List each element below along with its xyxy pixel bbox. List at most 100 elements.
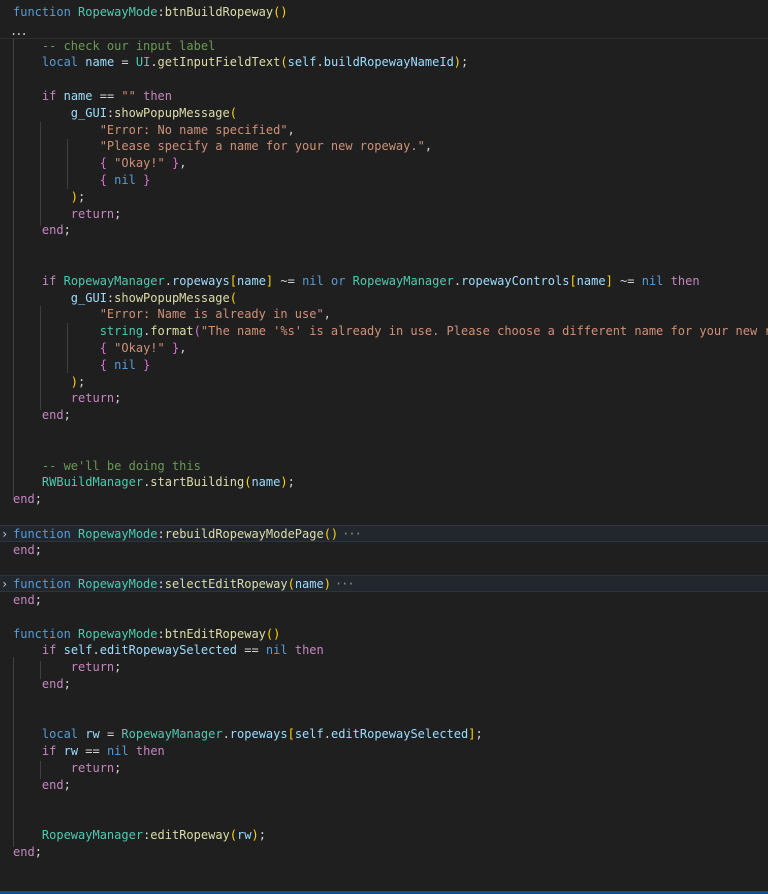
code-line[interactable]	[0, 424, 768, 441]
code-line[interactable]	[0, 794, 768, 811]
code-line[interactable]: { nil }	[0, 357, 768, 374]
code-token: nil	[114, 173, 136, 187]
code-line[interactable]: );	[0, 189, 768, 206]
code-line[interactable]: return;	[0, 390, 768, 407]
code-line[interactable]: "Please specify a name for your new rope…	[0, 138, 768, 155]
code-line[interactable]: "Error: No name specified",	[0, 122, 768, 139]
code-line[interactable]	[0, 558, 768, 575]
code-line[interactable]: end;	[0, 592, 768, 609]
code-token: -- we'll be doing this	[41, 458, 201, 473]
code-token: rw	[85, 727, 100, 742]
code-token: (	[280, 55, 288, 70]
code-token: if	[41, 744, 57, 759]
code-line[interactable]: g_GUI:showPopupMessage(	[0, 290, 768, 307]
code-line[interactable]: if self.editRopewaySelected == nil then	[0, 642, 768, 659]
code-line[interactable]	[0, 810, 768, 827]
code-line[interactable]: end;	[0, 676, 768, 693]
code-line[interactable]: if rw == nil then	[0, 743, 768, 760]
code-token: "The name '%s' is already in use. Please…	[200, 324, 768, 339]
code-line[interactable]: return;	[0, 206, 768, 223]
code-token: ;	[258, 828, 266, 843]
code-line[interactable]: local name = UI.getInputFieldText(self.b…	[0, 54, 768, 71]
code-line[interactable]: { nil }	[0, 172, 768, 189]
code-line[interactable]: function RopewayMode:btnBuildRopeway()	[0, 4, 768, 21]
code-token: .	[164, 273, 172, 288]
code-line[interactable]	[0, 508, 768, 525]
code-token: ~=	[273, 273, 303, 288]
code-token: ;	[78, 374, 86, 389]
code-line[interactable]	[0, 71, 768, 88]
code-token: name	[63, 89, 93, 103]
code-line[interactable]: end;	[0, 542, 768, 559]
code-line[interactable]: end;	[0, 491, 768, 508]
code-line[interactable]: -- we'll be doing this	[0, 458, 768, 475]
code-line[interactable]: );	[0, 374, 768, 391]
fold-ellipsis[interactable]: ···	[335, 577, 355, 591]
code-token: then	[294, 643, 324, 658]
code-token: ;	[114, 660, 122, 675]
code-line[interactable]	[0, 710, 768, 727]
code-line[interactable]: return;	[0, 659, 768, 676]
code-token: then	[670, 273, 700, 288]
folded-code-line[interactable]: › function RopewayMode:rebuildRopewayMode…	[0, 524, 768, 543]
code-token: :	[157, 526, 165, 541]
code-line[interactable]: { "Okay!" },	[0, 340, 768, 357]
code-line[interactable]: RWBuildManager.startBuilding(name);	[0, 474, 768, 491]
code-token: )	[453, 55, 462, 70]
code-line[interactable]	[0, 693, 768, 710]
code-line[interactable]: end;	[0, 222, 768, 239]
code-line[interactable]: local rw = RopewayManager.ropeways[self.…	[0, 726, 768, 743]
code-line[interactable]: end;	[0, 844, 768, 861]
code-token: [	[287, 727, 295, 742]
code-token: return	[70, 391, 115, 406]
code-token: (	[229, 828, 238, 843]
code-token: ()	[273, 5, 288, 19]
code-line[interactable]	[0, 441, 768, 458]
code-line[interactable]: function RopewayMode:btnEditRopeway()	[0, 626, 768, 643]
chevron-right-icon[interactable]: ›	[1, 526, 8, 543]
code-token: .	[150, 55, 158, 70]
fold-ellipsis[interactable]: ···	[342, 527, 362, 541]
folded-code-line[interactable]: › function RopewayMode:selectEditRopeway(…	[0, 575, 768, 592]
code-line[interactable]: string.format("The name '%s' is already …	[0, 323, 768, 340]
code-token: nil	[114, 357, 136, 372]
code-token: nil	[265, 643, 288, 658]
code-line[interactable]	[0, 256, 768, 273]
code-line[interactable]: end;	[0, 777, 768, 794]
chevron-right-icon[interactable]: ›	[1, 576, 8, 593]
code-line[interactable]: { "Okay!" },	[0, 155, 768, 172]
code-editor[interactable]: ... function RopewayMode:btnBuildRopeway…	[0, 0, 768, 894]
code-line[interactable]: RopewayManager:editRopeway(rw);	[0, 827, 768, 844]
code-line[interactable]	[0, 21, 768, 38]
code-token: string	[99, 324, 144, 339]
code-token: self	[63, 643, 93, 658]
code-line[interactable]: "Error: Name is already in use",	[0, 306, 768, 323]
code-line[interactable]: -- check our input label	[0, 38, 768, 55]
code-token: function	[13, 626, 71, 641]
code-line[interactable]: return;	[0, 760, 768, 777]
code-line[interactable]: if RopewayManager.ropeways[name] ~= nil …	[0, 273, 768, 290]
code-line[interactable]	[0, 239, 768, 256]
code-token: "Please specify a name for your new rope…	[99, 139, 425, 154]
code-line[interactable]	[0, 609, 768, 626]
code-token: end	[41, 223, 64, 238]
code-line[interactable]: g_GUI:showPopupMessage(	[0, 105, 768, 122]
code-line[interactable]: if name == "" then	[0, 88, 768, 105]
code-token: RopewayMode	[78, 526, 158, 541]
code-token: buildRopewayNameId	[323, 55, 454, 70]
code-token: :	[157, 626, 165, 641]
code-line[interactable]: end;	[0, 407, 768, 424]
